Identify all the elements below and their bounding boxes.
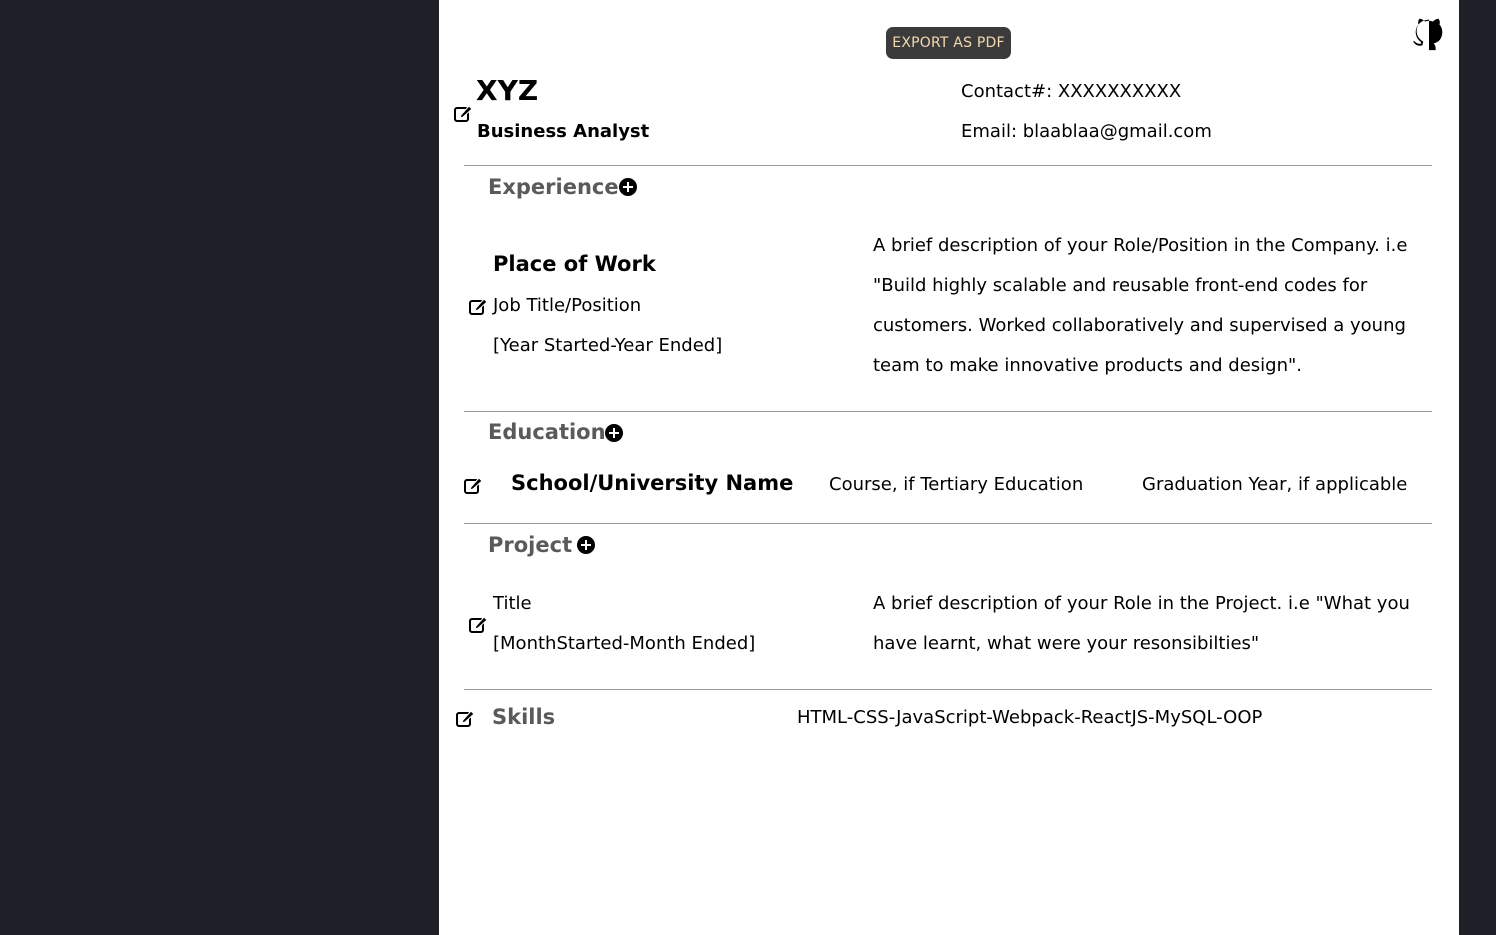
edit-project-icon[interactable]: [468, 614, 488, 634]
education-graduation: Graduation Year, if applicable: [1142, 474, 1408, 495]
edit-education-icon[interactable]: [463, 475, 483, 495]
divider: [464, 165, 1432, 166]
experience-description: A brief description of your Role/Positio…: [873, 235, 1408, 376]
education-course: Course, if Tertiary Education: [829, 474, 1084, 495]
divider: [464, 523, 1432, 524]
experience-years: [Year Started-Year Ended]: [493, 335, 723, 356]
resume-name: XYZ: [476, 74, 539, 107]
skills-heading: Skills: [492, 705, 556, 729]
experience-heading: Experience: [488, 175, 619, 199]
resume-page: EXPORT AS PDF XYZ Business Analyst Conta…: [439, 0, 1459, 935]
skills-list: HTML-CSS-JavaScript-Webpack-ReactJS-MySQ…: [797, 707, 1263, 728]
experience-job-title: Job Title/Position: [493, 295, 642, 316]
education-heading: Education: [488, 420, 606, 444]
project-months: [MonthStarted-Month Ended]: [493, 633, 756, 654]
education-school: School/University Name: [511, 471, 794, 495]
project-heading: Project: [488, 533, 573, 557]
resume-role: Business Analyst: [477, 121, 650, 142]
edit-skills-icon[interactable]: [455, 708, 475, 728]
add-project-icon[interactable]: [577, 536, 595, 554]
divider: [464, 689, 1432, 690]
edit-experience-icon[interactable]: [468, 296, 488, 316]
project-description: A brief description of your Role in the …: [873, 593, 1410, 654]
edit-icon[interactable]: [453, 103, 473, 123]
experience-place: Place of Work: [493, 252, 656, 276]
contact-email: Email: blaablaa@gmail.com: [961, 121, 1212, 142]
add-experience-icon[interactable]: [619, 178, 637, 196]
divider: [464, 411, 1432, 412]
contact-number: Contact#: XXXXXXXXXX: [961, 81, 1182, 102]
export-pdf-button[interactable]: EXPORT AS PDF: [886, 27, 1011, 59]
project-title: Title: [493, 593, 532, 614]
github-icon[interactable]: [1410, 14, 1448, 52]
add-education-icon[interactable]: [605, 424, 623, 442]
